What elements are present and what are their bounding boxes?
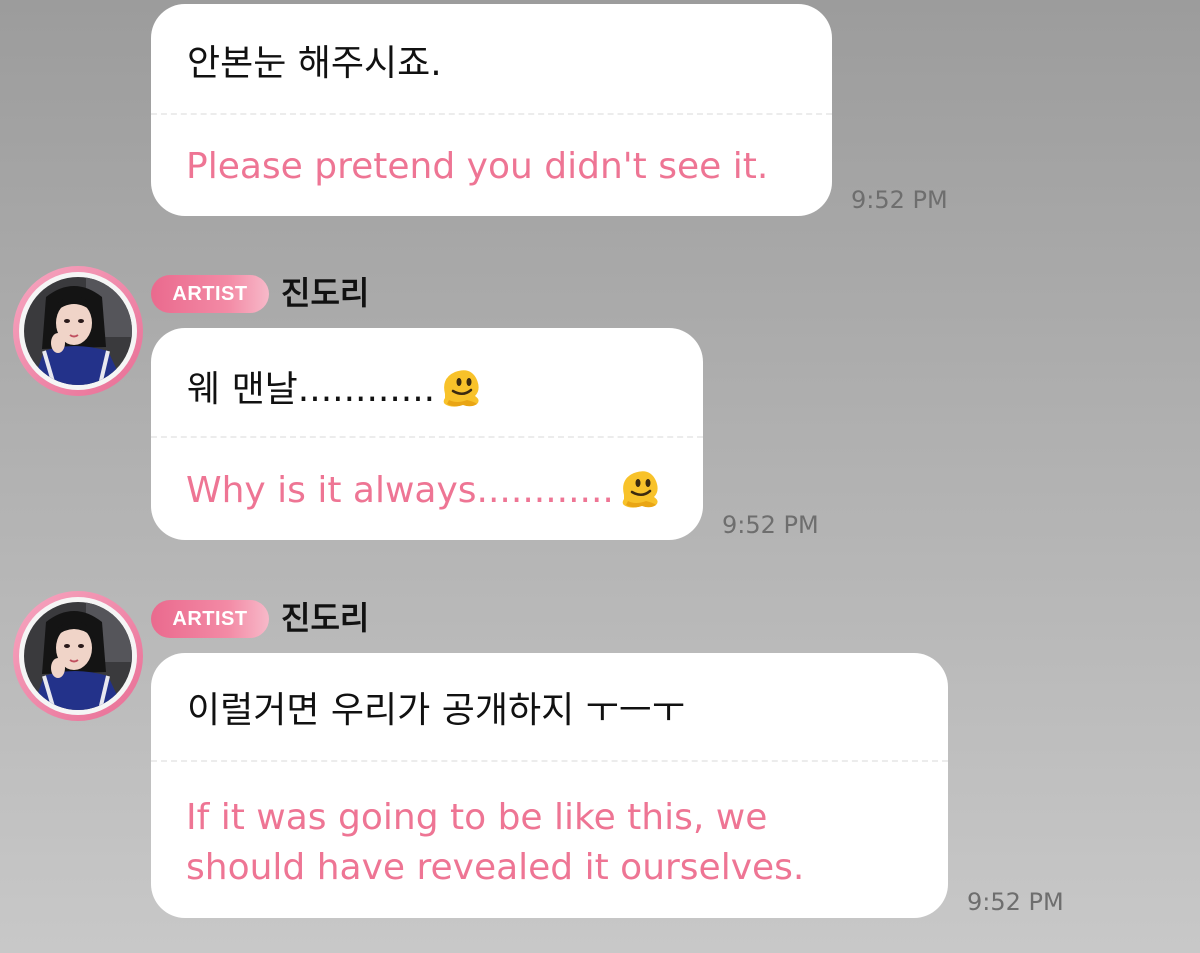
sender-name: 진도리 xyxy=(281,599,370,637)
message-timestamp: 9:52 PM xyxy=(967,888,1064,916)
sender-name: 진도리 xyxy=(281,274,370,312)
artist-avatar[interactable] xyxy=(13,266,143,396)
bubble-divider xyxy=(151,760,948,762)
bubble-divider xyxy=(151,113,832,115)
message-translation-line-2: should have revealed it ourselves. xyxy=(186,847,805,888)
message-translation-text: Why is it always............ xyxy=(186,466,662,516)
message-translation-text-content: Why is it always............ xyxy=(186,470,614,511)
message-translation-line-1: If it was going to be like this, we xyxy=(186,797,768,838)
message-timestamp: 9:52 PM xyxy=(851,186,948,214)
artist-badge: ARTIST xyxy=(151,600,269,638)
message-bubble[interactable]: 웨 맨날............ Why is it always.......… xyxy=(151,328,703,540)
melting-face-icon xyxy=(616,465,662,511)
artist-badge: ARTIST xyxy=(151,275,269,313)
melting-face-icon xyxy=(437,364,483,410)
message-original-text: 웨 맨날............ xyxy=(187,368,483,414)
message-original-text-content: 웨 맨날............ xyxy=(187,369,436,410)
message-original-text: 안본눈 해주시죠. xyxy=(187,43,442,84)
message-original-text: 이럴거면 우리가 공개하지 ㅜㅡㅜ xyxy=(187,690,686,731)
message-translation-text: Please pretend you didn't see it. xyxy=(186,146,769,187)
message-timestamp: 9:52 PM xyxy=(722,511,819,539)
message-bubble[interactable]: 안본눈 해주시죠. Please pretend you didn't see … xyxy=(151,4,832,216)
bubble-divider xyxy=(151,436,703,438)
artist-avatar[interactable] xyxy=(13,591,143,721)
message-bubble[interactable]: 이럴거면 우리가 공개하지 ㅜㅡㅜ If it was going to be … xyxy=(151,653,948,918)
